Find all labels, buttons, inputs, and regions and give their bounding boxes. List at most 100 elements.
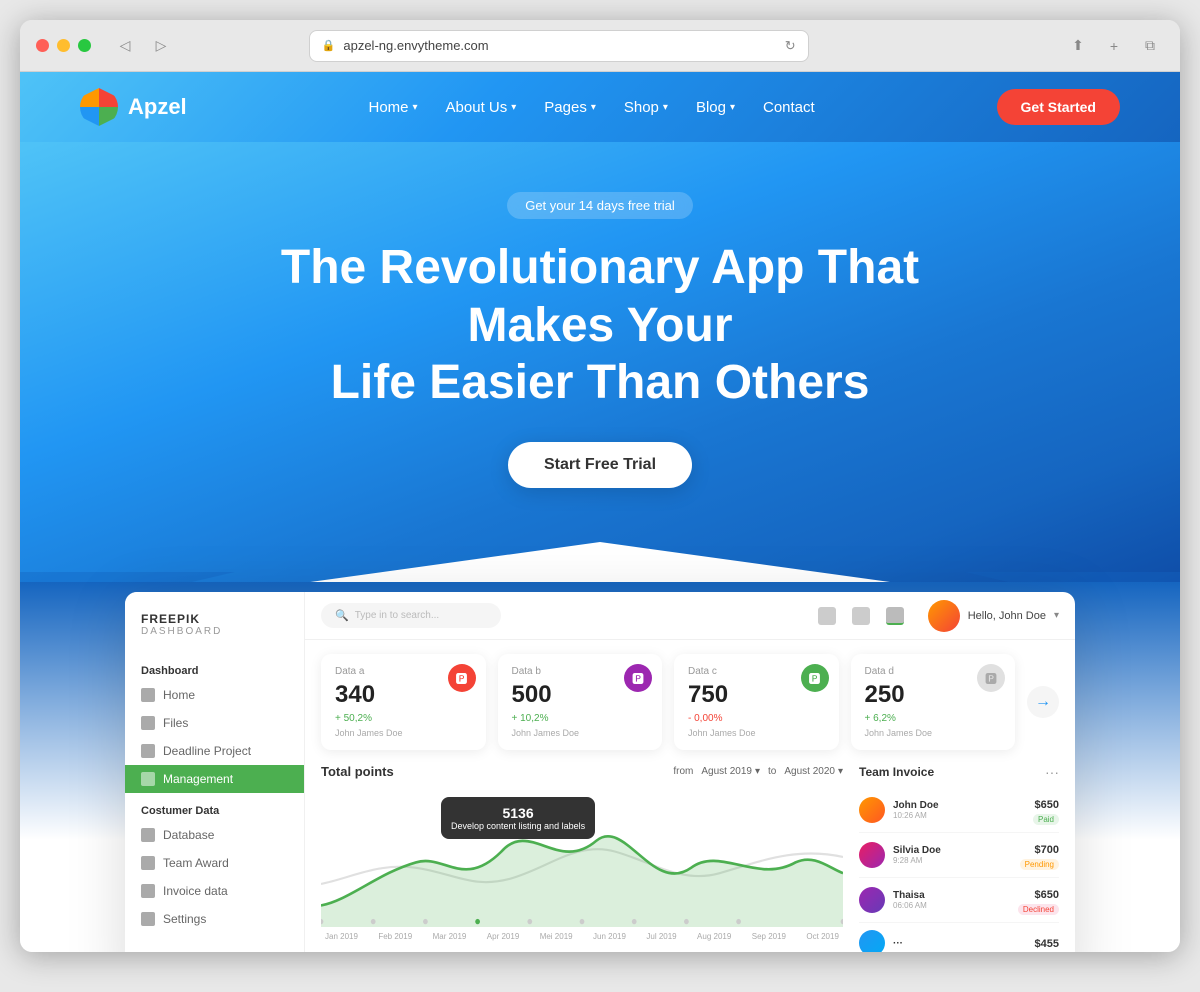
- stat-card-a: Data a 340 + 50,2% John James Doe 🅿: [321, 654, 486, 750]
- card-d-change: + 6,2%: [865, 713, 1002, 724]
- team-invoice: Team Invoice ··· John Doe 10:26 AM: [859, 764, 1059, 952]
- invoice-name-0: John Doe: [893, 800, 1025, 811]
- user-avatar: [928, 600, 960, 632]
- settings-icon: [141, 912, 155, 926]
- sidebar-item-award[interactable]: Team Award: [125, 849, 304, 877]
- sidebar-item-files[interactable]: Files: [125, 709, 304, 737]
- logo[interactable]: Apzel: [80, 88, 187, 126]
- stat-card-c: Data c 750 - 0,00% John James Doe 🅿: [674, 654, 839, 750]
- dashboard-mock: FREEPIK DASHBOARD Dashboard Home Files: [125, 592, 1075, 952]
- chart-title: Total points: [321, 764, 394, 779]
- invoice-time-2: 06:06 AM: [893, 901, 1010, 910]
- nav-home[interactable]: Home ▾: [369, 99, 418, 116]
- user-dropdown-icon[interactable]: ▾: [1054, 610, 1059, 621]
- invoice-avatar-1: [859, 842, 885, 868]
- user-topbar-icon[interactable]: [886, 607, 904, 625]
- topbar-icons: [818, 607, 904, 625]
- chart-filters: from Agust 2019 ▾ to Agust 2020 ▾: [673, 766, 843, 777]
- logo-icon: [80, 88, 118, 126]
- card-b-change: + 10,2%: [512, 713, 649, 724]
- nav-blog[interactable]: Blog ▾: [696, 99, 735, 116]
- nav-blog-arrow: ▾: [730, 102, 735, 113]
- bell-icon[interactable]: [818, 607, 836, 625]
- maximize-button[interactable]: [78, 39, 91, 52]
- chart-filter-from-value[interactable]: Agust 2019 ▾: [701, 766, 760, 777]
- invoice-amount-section-2: $650 Declined: [1018, 885, 1059, 915]
- invoice-name-1: Silvia Doe: [893, 845, 1012, 856]
- traffic-lights: [36, 39, 91, 52]
- refresh-icon[interactable]: ↻: [785, 38, 796, 54]
- stats-cards-row: Data a 340 + 50,2% John James Doe 🅿 Data…: [305, 640, 1075, 764]
- invoice-amount-section-0: $650 Paid: [1033, 795, 1059, 825]
- cards-next-button[interactable]: →: [1027, 686, 1059, 718]
- card-a-change: + 50,2%: [335, 713, 472, 724]
- nav-shop[interactable]: Shop ▾: [624, 99, 668, 116]
- calendar-topbar-icon[interactable]: [852, 607, 870, 625]
- card-c-icon: 🅿: [801, 664, 829, 692]
- new-tab-button[interactable]: +: [1100, 32, 1128, 60]
- invoice-item-2: Thaisa 06:06 AM $650 Declined: [859, 878, 1059, 923]
- search-icon: 🔍: [335, 609, 349, 622]
- minimize-button[interactable]: [57, 39, 70, 52]
- invoice-time-0: 10:26 AM: [893, 811, 1025, 820]
- share-button[interactable]: ⬆: [1064, 32, 1092, 60]
- logo-text: Apzel: [128, 94, 187, 120]
- invoice-status-1: Pending: [1020, 859, 1059, 870]
- nav-contact[interactable]: Contact: [763, 99, 815, 116]
- file-icon: [141, 716, 155, 730]
- award-icon: [141, 856, 155, 870]
- chart-area: Total points from Agust 2019 ▾ to Agust …: [321, 764, 843, 952]
- home-icon: [141, 688, 155, 702]
- page-content: Apzel Home ▾ About Us ▾ Pages ▾ Shop ▾: [20, 72, 1180, 952]
- chart-header: Total points from Agust 2019 ▾ to Agust …: [321, 764, 843, 779]
- back-button[interactable]: ◁: [111, 32, 139, 60]
- chart-x-labels: Jan 2019 Feb 2019 Mar 2019 Apr 2019 Mei …: [321, 932, 843, 941]
- invoice-info-1: Silvia Doe 9:28 AM: [893, 845, 1012, 865]
- chart-container: 5136 Develop content listing and labels: [321, 787, 843, 947]
- stat-card-b: Data b 500 + 10,2% John James Doe 🅿: [498, 654, 663, 750]
- browser-window: ◁ ▷ 🔒 apzel-ng.envytheme.com ↻ ⬆ + ⧉ Apz…: [20, 20, 1180, 952]
- sidebar-item-invoice[interactable]: Invoice data: [125, 877, 304, 905]
- card-d-user: John James Doe: [865, 728, 1002, 738]
- database-icon: [141, 828, 155, 842]
- browser-titlebar: ◁ ▷ 🔒 apzel-ng.envytheme.com ↻ ⬆ + ⧉: [20, 20, 1180, 72]
- tabs-button[interactable]: ⧉: [1136, 32, 1164, 60]
- lock-icon: 🔒: [322, 39, 336, 52]
- forward-button[interactable]: ▷: [147, 32, 175, 60]
- tooltip-text: Develop content listing and labels: [451, 821, 585, 831]
- start-trial-button[interactable]: Start Free Trial: [508, 442, 692, 488]
- invoice-title: Team Invoice: [859, 765, 934, 779]
- sidebar-section-customer: Costumer Data: [125, 793, 304, 821]
- sidebar-item-database[interactable]: Database: [125, 821, 304, 849]
- sidebar-item-management[interactable]: Management: [125, 765, 304, 793]
- user-section: Hello, John Doe ▾: [928, 600, 1059, 632]
- invoice-time-1: 9:28 AM: [893, 856, 1012, 865]
- search-bar[interactable]: 🔍 Type in to search...: [321, 603, 501, 628]
- get-started-button[interactable]: Get Started: [997, 89, 1120, 125]
- nav-pages[interactable]: Pages ▾: [544, 99, 596, 116]
- dashboard-main: 🔍 Type in to search... Hello, John Doe ▾: [305, 592, 1075, 952]
- invoice-more-button[interactable]: ···: [1045, 764, 1059, 780]
- sidebar-brand-sub: DASHBOARD: [141, 626, 288, 637]
- sidebar-item-settings[interactable]: Settings: [125, 905, 304, 933]
- chart-filter-to-value[interactable]: Agust 2020 ▾: [784, 766, 843, 777]
- sidebar-section-dashboard: Dashboard: [125, 657, 304, 681]
- site-header: Apzel Home ▾ About Us ▾ Pages ▾ Shop ▾: [20, 72, 1180, 142]
- sidebar-item-home[interactable]: Home: [125, 681, 304, 709]
- invoice-header: Team Invoice ···: [859, 764, 1059, 780]
- url-bar[interactable]: 🔒 apzel-ng.envytheme.com ↻: [309, 30, 809, 62]
- tooltip-value: 5136: [451, 805, 585, 821]
- management-icon: [141, 772, 155, 786]
- invoice-status-0: Paid: [1033, 814, 1059, 825]
- nav-menu: Home ▾ About Us ▾ Pages ▾ Shop ▾ Blog: [369, 99, 815, 116]
- sidebar-item-deadline[interactable]: Deadline Project: [125, 737, 304, 765]
- invoice-avatar-2: [859, 887, 885, 913]
- invoice-amount-3: $455: [1035, 938, 1059, 950]
- nav-about[interactable]: About Us ▾: [446, 99, 517, 116]
- invoice-icon: [141, 884, 155, 898]
- invoice-avatar-3: [859, 930, 885, 952]
- dashboard-section: FREEPIK DASHBOARD Dashboard Home Files: [20, 582, 1180, 952]
- close-button[interactable]: [36, 39, 49, 52]
- invoice-item-3: ··· $455: [859, 923, 1059, 952]
- nav-pages-arrow: ▾: [591, 102, 596, 113]
